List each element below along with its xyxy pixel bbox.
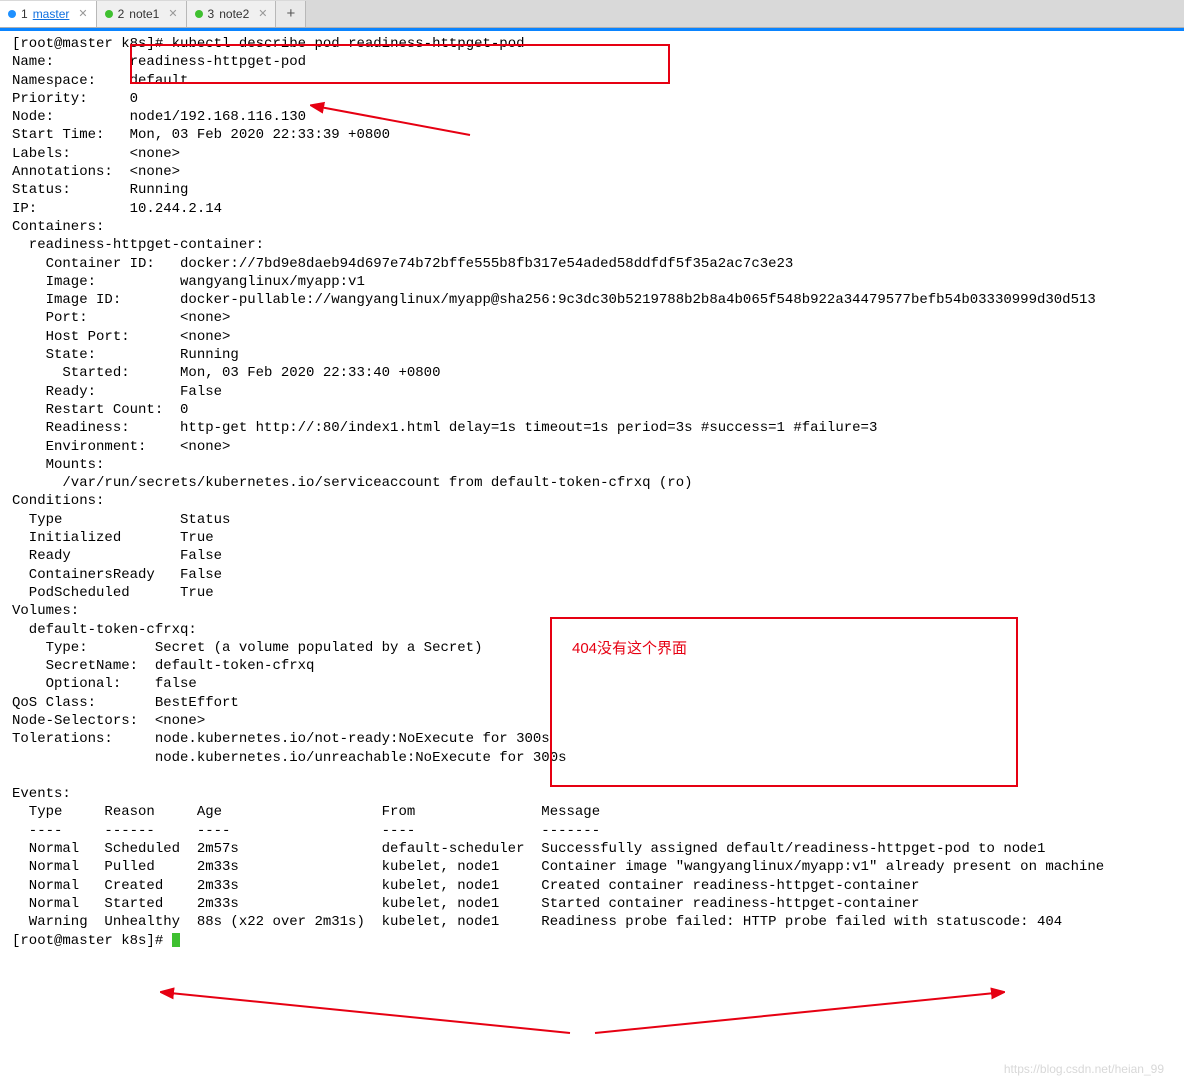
close-icon[interactable]: ✕ <box>78 7 87 20</box>
arrow-icon <box>585 983 1005 1043</box>
close-icon[interactable]: ✕ <box>258 7 267 20</box>
annotation-box: 404没有这个界面 <box>550 617 1018 787</box>
tab-bar: 1 master ✕ 2 note1 ✕ 3 note2 ✕ + <box>0 0 1184 28</box>
tab-title: note2 <box>219 7 249 21</box>
command-text: kubectl describe pod readiness-httpget-p… <box>172 36 525 52</box>
watermark-text: https://blog.csdn.net/heian_99 <box>1004 1062 1164 1076</box>
shell-prompt: [root@master k8s]# <box>12 36 172 52</box>
status-dot-icon <box>195 10 203 18</box>
tab-title: master <box>33 7 70 21</box>
status-dot-icon <box>105 10 113 18</box>
active-tab-indicator <box>0 28 1184 31</box>
tab-note2[interactable]: 3 note2 ✕ <box>187 1 277 27</box>
events-output: Events: Type Reason Age From Message ---… <box>12 786 1104 930</box>
tab-master[interactable]: 1 master ✕ <box>0 1 97 27</box>
add-tab-button[interactable]: + <box>276 1 306 27</box>
shell-prompt: [root@master k8s]# <box>12 933 172 949</box>
tab-title: note1 <box>129 7 159 21</box>
status-dot-icon <box>8 10 16 18</box>
tab-number: 3 <box>208 7 215 21</box>
tab-number: 1 <box>21 7 28 21</box>
terminal-output[interactable]: [root@master k8s]# kubectl describe pod … <box>0 35 1184 950</box>
arrow-icon <box>160 983 580 1043</box>
cursor-icon <box>172 933 180 947</box>
close-icon[interactable]: ✕ <box>168 7 177 20</box>
tab-number: 2 <box>118 7 125 21</box>
annotation-text: 404没有这个界面 <box>572 640 687 657</box>
tab-note1[interactable]: 2 note1 ✕ <box>97 1 187 27</box>
